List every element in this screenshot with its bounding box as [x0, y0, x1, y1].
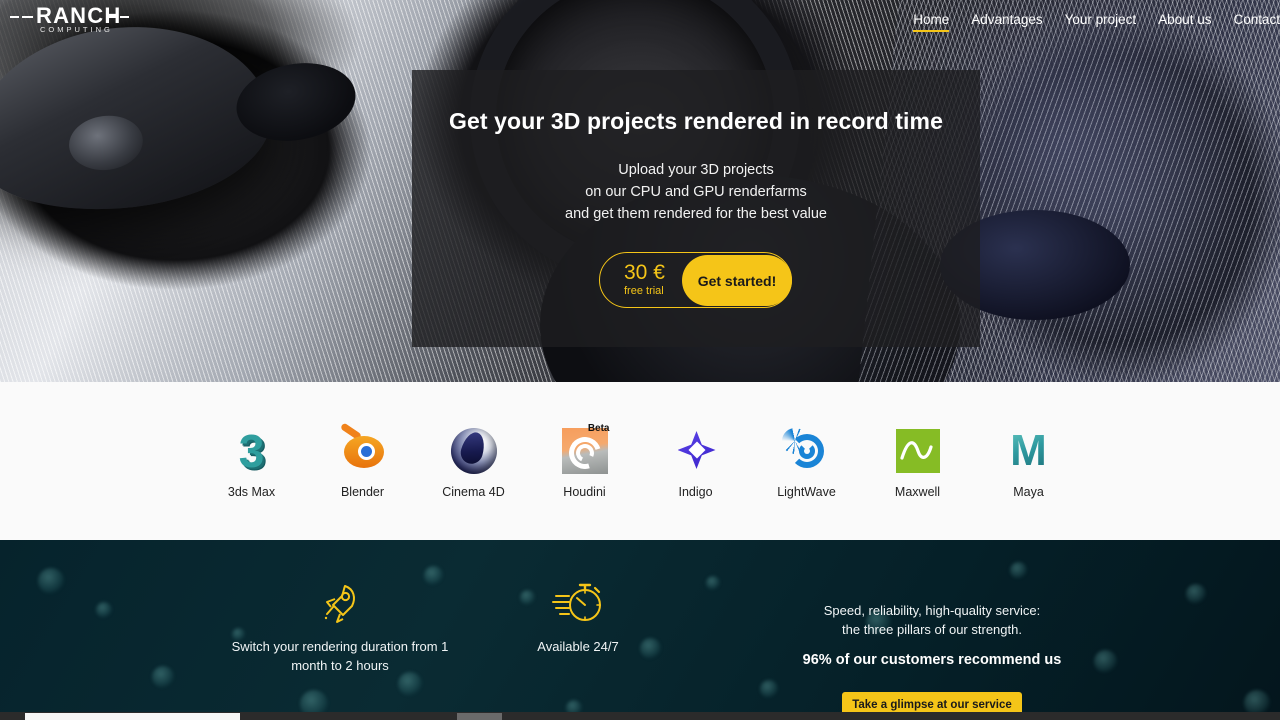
feature-service-quality: Speed, reliability, high-quality service… [762, 593, 1102, 668]
bokeh-dot [398, 672, 422, 696]
software-label: Maxwell [894, 485, 941, 499]
supported-software-list: 3 3ds Max Blender Cinema 4D Beta Houdini… [0, 422, 1280, 500]
horizontal-scrollbar-thumb[interactable] [25, 713, 240, 720]
main-navigation: Home Advantages Your project About us Co… [913, 12, 1280, 32]
free-trial-amount: 30 € [624, 261, 665, 284]
cinema-4d-icon [447, 424, 501, 478]
software-item-maya[interactable]: M Maya [987, 424, 1070, 500]
software-item-maxwell[interactable]: Maxwell [876, 424, 959, 499]
supported-software-section: 3 3ds Max Blender Cinema 4D Beta Houdini… [0, 382, 1280, 540]
feature-availability: Available 24/7 [468, 575, 688, 656]
browser-bottom-bar [0, 712, 1280, 720]
logo-wordmark: RANCH [36, 3, 122, 28]
feature-line-2: month to 2 hours [291, 658, 389, 673]
blender-icon [336, 422, 390, 478]
maya-icon: M [1010, 426, 1047, 475]
feature-line-2: the three pillars of our strength. [842, 622, 1022, 637]
nav-item-contact[interactable]: Contact [1233, 12, 1280, 32]
software-item-3ds-max[interactable]: 3 3ds Max [210, 424, 293, 499]
free-trial-note: free trial [624, 285, 664, 297]
site-header: RANCH COMPUTING Home Advantages Your pro… [0, 0, 1280, 42]
software-item-lightwave[interactable]: LightWave [765, 423, 848, 499]
indigo-icon [669, 424, 723, 478]
software-item-indigo[interactable]: Indigo [654, 424, 737, 499]
logo-dash-left-outer [10, 16, 19, 18]
bokeh-dot [566, 700, 582, 712]
feature-text: Speed, reliability, high-quality service… [762, 601, 1102, 639]
bokeh-dot [760, 680, 778, 698]
hero-disc-hole [65, 111, 146, 175]
bokeh-dot [300, 690, 328, 712]
feature-text: Available 24/7 [468, 637, 688, 656]
nav-item-your-project[interactable]: Your project [1065, 12, 1137, 32]
bokeh-dot [152, 666, 174, 688]
software-label: Maya [1013, 485, 1044, 499]
customer-recommendation-stat: 96% of our customers recommend us [802, 652, 1062, 668]
feature-line-1: Switch your rendering duration from 1 [231, 639, 449, 654]
bokeh-dot [1244, 690, 1270, 712]
site-logo[interactable]: RANCH COMPUTING [10, 5, 190, 37]
bokeh-dot [96, 602, 112, 618]
feature-text: Switch your rendering duration from 1 mo… [215, 637, 465, 675]
hero-overlay-panel: Get your 3D projects rendered in record … [412, 70, 980, 347]
maxwell-icon [891, 424, 945, 478]
maxwell-curve-glyph [899, 441, 933, 460]
logo-tagline: COMPUTING [40, 25, 113, 34]
hero-subtitle: Upload your 3D projects on our CPU and G… [412, 159, 980, 225]
nav-item-home[interactable]: Home [913, 12, 950, 32]
hero-subtitle-line-3: and get them rendered for the best value [565, 206, 827, 222]
feature-line-1: Available 24/7 [537, 639, 619, 654]
software-item-blender[interactable]: Blender [321, 422, 404, 499]
feature-rendering-duration: Switch your rendering duration from 1 mo… [215, 575, 465, 675]
software-label: Blender [340, 485, 385, 499]
hero-title: Get your 3D projects rendered in record … [449, 108, 943, 134]
bokeh-dot [706, 576, 720, 590]
houdini-beta-badge: Beta [587, 423, 610, 434]
software-label: Cinema 4D [442, 485, 505, 499]
software-label: LightWave [777, 485, 836, 499]
3ds-max-icon: 3 [238, 425, 265, 477]
lightwave-icon [776, 423, 834, 478]
software-label: Houdini [563, 485, 606, 499]
feature-line-1: Speed, reliability, high-quality service… [823, 603, 1041, 618]
nav-item-advantages[interactable]: Advantages [971, 12, 1042, 32]
houdini-icon: Beta [558, 423, 612, 478]
hero-subtitle-line-2: on our CPU and GPU renderfarms [585, 184, 807, 200]
stopwatch-icon [468, 575, 688, 629]
features-section: Switch your rendering duration from 1 mo… [0, 540, 1280, 712]
taskbar-item[interactable] [457, 713, 502, 720]
hero-subtitle-line-1: Upload your 3D projects [618, 162, 774, 178]
hero-cta-group: 30 € free trial Get started! [412, 252, 980, 312]
software-label: Indigo [678, 485, 713, 499]
nav-item-about-us[interactable]: About us [1158, 12, 1211, 32]
software-item-cinema-4d[interactable]: Cinema 4D [432, 424, 515, 499]
bokeh-dot [1010, 562, 1027, 579]
bokeh-dot [38, 568, 64, 594]
bokeh-dot [1186, 584, 1206, 604]
software-item-houdini[interactable]: Beta Houdini [543, 423, 626, 499]
rocket-icon [215, 575, 465, 629]
logo-dash-left-inner [22, 16, 33, 18]
get-started-button[interactable]: Get started! [682, 255, 792, 306]
software-label: 3ds Max [227, 485, 276, 499]
